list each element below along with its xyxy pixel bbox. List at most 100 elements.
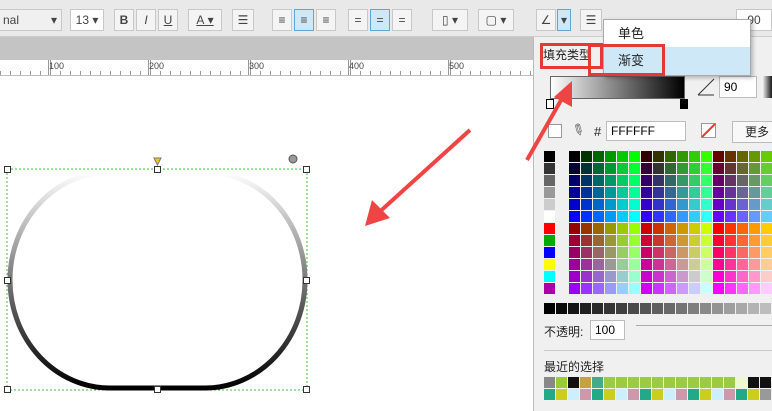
recent-color-swatch[interactable] (724, 377, 735, 388)
recent-color-swatch[interactable] (748, 377, 759, 388)
color-swatch[interactable] (725, 151, 736, 162)
font-family-select[interactable]: nal ▾ (0, 9, 62, 31)
color-swatch[interactable] (665, 187, 676, 198)
color-swatch[interactable] (725, 211, 736, 222)
color-swatch[interactable] (605, 283, 616, 294)
gradient-stop-black[interactable] (680, 99, 688, 109)
color-swatch[interactable] (653, 271, 664, 282)
color-swatch[interactable] (605, 247, 616, 258)
color-swatch[interactable] (737, 223, 748, 234)
color-swatch[interactable] (689, 247, 700, 258)
color-swatch[interactable] (749, 187, 760, 198)
resize-handle[interactable] (154, 386, 161, 393)
color-swatch[interactable] (665, 283, 676, 294)
list-button[interactable]: ☰ (232, 9, 254, 31)
hex-input[interactable] (606, 121, 686, 141)
recent-color-swatch[interactable] (652, 389, 663, 400)
color-swatch[interactable] (605, 211, 616, 222)
recent-color-swatch[interactable] (556, 377, 567, 388)
color-swatch[interactable] (737, 151, 748, 162)
color-swatch[interactable] (581, 247, 592, 258)
color-swatch[interactable] (761, 211, 772, 222)
color-swatch[interactable] (737, 211, 748, 222)
color-swatch[interactable] (544, 199, 555, 210)
color-swatch[interactable] (713, 283, 724, 294)
color-swatch[interactable] (713, 247, 724, 258)
color-swatch[interactable] (749, 199, 760, 210)
color-swatch[interactable] (677, 175, 688, 186)
color-swatch[interactable] (593, 187, 604, 198)
recent-color-swatch[interactable] (544, 377, 555, 388)
color-swatch[interactable] (593, 247, 604, 258)
color-swatch[interactable] (689, 211, 700, 222)
resize-handle[interactable] (4, 386, 11, 393)
color-swatch[interactable] (725, 199, 736, 210)
color-swatch[interactable] (737, 247, 748, 258)
color-swatch[interactable] (641, 247, 652, 258)
bold-button[interactable]: B (114, 9, 134, 31)
color-swatch[interactable] (701, 247, 712, 258)
color-swatch[interactable] (617, 247, 628, 258)
color-swatch[interactable] (665, 151, 676, 162)
recent-color-swatch[interactable] (592, 389, 603, 400)
color-swatch[interactable] (641, 187, 652, 198)
color-swatch[interactable] (725, 223, 736, 234)
color-swatch[interactable] (641, 151, 652, 162)
recent-color-swatch[interactable] (736, 389, 747, 400)
color-swatch[interactable] (689, 271, 700, 282)
recent-color-swatch[interactable] (664, 377, 675, 388)
color-swatch[interactable] (677, 187, 688, 198)
color-swatch[interactable] (737, 283, 748, 294)
color-swatch[interactable] (677, 271, 688, 282)
color-swatch[interactable] (761, 283, 772, 294)
align-right-button[interactable]: ≡ (316, 9, 336, 31)
recent-color-swatch[interactable] (604, 377, 615, 388)
color-swatch[interactable] (629, 235, 640, 246)
color-swatch[interactable] (569, 223, 580, 234)
color-swatch[interactable] (749, 223, 760, 234)
color-swatch[interactable] (749, 271, 760, 282)
color-swatch[interactable] (677, 163, 688, 174)
border-button[interactable]: ▯ ▾ (432, 9, 468, 31)
color-swatch[interactable] (677, 151, 688, 162)
gray-swatch[interactable] (616, 303, 627, 314)
color-swatch[interactable] (581, 187, 592, 198)
color-swatch[interactable] (701, 163, 712, 174)
recent-color-swatch[interactable] (700, 377, 711, 388)
color-swatch[interactable] (593, 175, 604, 186)
color-swatch[interactable] (581, 223, 592, 234)
color-swatch[interactable] (653, 199, 664, 210)
color-swatch[interactable] (653, 283, 664, 294)
color-swatch[interactable] (617, 259, 628, 270)
color-swatch[interactable] (593, 151, 604, 162)
color-swatch[interactable] (593, 283, 604, 294)
color-swatch[interactable] (617, 235, 628, 246)
recent-color-swatch[interactable] (712, 377, 723, 388)
gray-swatch[interactable] (592, 303, 603, 314)
resize-handle[interactable] (303, 386, 310, 393)
color-swatch[interactable] (617, 187, 628, 198)
color-swatch[interactable] (581, 283, 592, 294)
gray-swatch[interactable] (640, 303, 651, 314)
color-swatch[interactable] (701, 259, 712, 270)
color-swatch[interactable] (605, 271, 616, 282)
color-swatch[interactable] (605, 163, 616, 174)
color-swatch[interactable] (713, 259, 724, 270)
color-swatch[interactable] (761, 223, 772, 234)
color-swatch[interactable] (581, 271, 592, 282)
color-swatch[interactable] (749, 259, 760, 270)
color-swatch[interactable] (544, 259, 555, 270)
color-swatch[interactable] (677, 259, 688, 270)
color-swatch[interactable] (665, 271, 676, 282)
recent-color-swatch[interactable] (580, 389, 591, 400)
color-swatch[interactable] (701, 175, 712, 186)
rotate-handle[interactable] (288, 154, 298, 164)
gray-swatch[interactable] (712, 303, 723, 314)
gray-swatch[interactable] (604, 303, 615, 314)
gray-swatch[interactable] (556, 303, 567, 314)
color-swatch[interactable] (749, 283, 760, 294)
color-swatch[interactable] (641, 211, 652, 222)
color-swatch[interactable] (689, 199, 700, 210)
gray-swatch[interactable] (760, 303, 771, 314)
recent-color-swatch[interactable] (544, 389, 555, 400)
